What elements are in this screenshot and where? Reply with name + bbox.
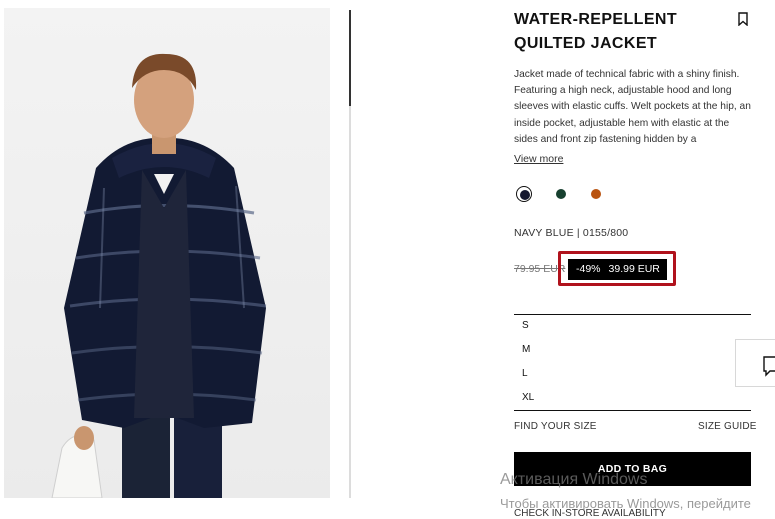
size-option-xl[interactable]: XL xyxy=(514,387,751,409)
find-your-size-link[interactable]: FIND YOUR SIZE xyxy=(514,421,597,432)
size-option-m[interactable]: M xyxy=(514,339,751,361)
color-swatch-dark-green[interactable] xyxy=(553,186,569,202)
size-list-bottom-divider xyxy=(514,410,751,411)
view-more-link[interactable]: View more xyxy=(514,153,563,165)
product-image[interactable] xyxy=(4,8,330,498)
selected-color-label: NAVY BLUE | 0155/800 xyxy=(514,227,629,239)
size-guide-link[interactable]: SIZE GUIDE xyxy=(698,421,757,432)
sale-price-tag: -49% 39.99 EUR xyxy=(568,259,667,280)
product-title: WATER-REPELLENT QUILTED JACKET xyxy=(514,11,678,52)
discount-percent: -49% xyxy=(576,263,601,275)
chat-icon xyxy=(763,356,775,377)
swatch-dark-green-dot xyxy=(556,189,566,199)
color-swatch-navy[interactable] xyxy=(516,186,532,202)
swatch-navy-dot xyxy=(520,190,530,200)
image-scroll-thumb[interactable] xyxy=(349,10,351,106)
windows-activation-watermark-title: Активация Windows xyxy=(500,471,648,488)
chat-button[interactable] xyxy=(735,339,775,387)
windows-activation-watermark-subtitle: Чтобы активировать Windows, перейдите xyxy=(500,496,751,511)
size-option-s[interactable]: S xyxy=(514,315,751,337)
color-swatch-orange[interactable] xyxy=(588,186,604,202)
size-option-l[interactable]: L xyxy=(514,363,751,385)
product-description: Jacket made of technical fabric with a s… xyxy=(514,69,751,145)
current-price: 39.99 EUR xyxy=(608,263,660,275)
swatch-orange-dot xyxy=(591,189,601,199)
model-wearing-jacket-illustration xyxy=(51,53,267,498)
bookmark-icon[interactable] xyxy=(737,12,749,27)
